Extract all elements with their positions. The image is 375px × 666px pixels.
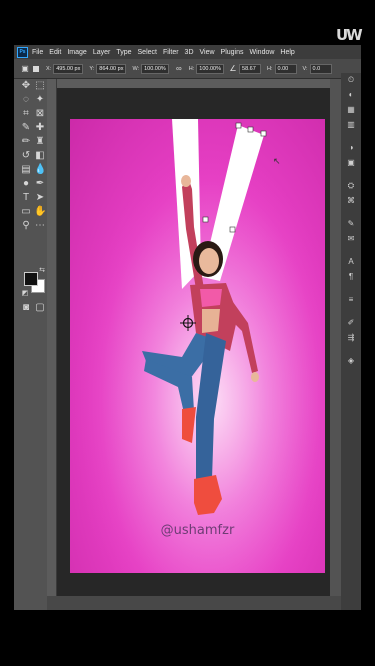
history-brush-icon[interactable]: ↺ bbox=[20, 150, 32, 162]
artwork: ↖ bbox=[70, 119, 325, 573]
paragraph-icon[interactable]: ¶ bbox=[346, 272, 356, 282]
marquee-icon[interactable]: ⬚ bbox=[34, 80, 46, 92]
menu-3d[interactable]: 3D bbox=[185, 49, 194, 56]
eraser-icon[interactable]: ◧ bbox=[34, 150, 46, 162]
pen-icon[interactable]: ✒ bbox=[34, 178, 46, 190]
character-icon[interactable]: A bbox=[346, 257, 356, 267]
transform-handle[interactable] bbox=[247, 126, 254, 133]
healing-icon[interactable]: ✚ bbox=[34, 122, 46, 134]
reference-point-checkbox[interactable] bbox=[33, 65, 39, 72]
lasso-icon[interactable]: ◌ bbox=[20, 94, 32, 106]
frame-icon[interactable]: ⊠ bbox=[34, 108, 46, 120]
photoshop-app-icon[interactable]: Ps bbox=[17, 46, 28, 58]
magic-wand-icon[interactable]: ✦ bbox=[34, 94, 46, 106]
color-icon[interactable]: ◐ bbox=[346, 90, 356, 100]
comments-icon[interactable]: ✉ bbox=[346, 234, 356, 244]
transform-icon[interactable]: ▣ bbox=[20, 64, 30, 74]
angle-icon: ∠ bbox=[229, 63, 237, 73]
channels-icon[interactable]: ⇶ bbox=[346, 333, 356, 343]
status-bar bbox=[47, 596, 341, 610]
width-field[interactable]: 100.00% bbox=[141, 63, 169, 74]
screen-mode-icon[interactable]: ▢ bbox=[34, 302, 46, 314]
menu-image[interactable]: Image bbox=[67, 49, 86, 56]
options-bar: ▣ X: 495.00 px Y: 864.00 px W: 100.00% ∞… bbox=[14, 59, 361, 79]
document-canvas[interactable]: ↖ @ushamfzr bbox=[70, 119, 325, 573]
menu-help[interactable]: Help bbox=[280, 49, 294, 56]
tools-panel: ✥ ⬚ ◌ ✦ ⌗ ⊠ ✎ ✚ ✏ ♜ ↺ ◧ ▤ 💧 ● ✒ T ➤ ▭ ✋ … bbox=[18, 79, 46, 324]
default-colors-icon[interactable]: ◩ bbox=[19, 288, 31, 300]
gradients-icon[interactable]: ▥ bbox=[346, 120, 356, 130]
x-label: X: bbox=[46, 65, 52, 72]
blur-icon[interactable]: 💧 bbox=[34, 164, 46, 176]
rotate-cursor-icon: ↖ bbox=[273, 157, 281, 167]
menu-bar: Ps File Edit Image Layer Type Select Fil… bbox=[14, 45, 361, 59]
more-icon[interactable]: ⋯ bbox=[34, 220, 46, 232]
swatches-icon[interactable]: ▦ bbox=[346, 105, 356, 115]
zoom-icon[interactable]: ⚲ bbox=[20, 220, 32, 232]
properties-icon[interactable]: ⛭ bbox=[346, 181, 356, 191]
menu-file[interactable]: File bbox=[32, 49, 43, 56]
menu-view[interactable]: View bbox=[200, 49, 215, 56]
type-icon[interactable]: T bbox=[20, 192, 32, 204]
libraries-icon[interactable]: ▣ bbox=[346, 158, 356, 168]
brushes-icon[interactable]: ✐ bbox=[346, 318, 356, 328]
panel-dock: ⏲ ◐ ▦ ▥ ◑ ▣ ⛭ ⌘ ✎ ✉ A ¶ ≡ ✐ ⇶ ◈ bbox=[341, 73, 361, 610]
menu-window[interactable]: Window bbox=[250, 49, 275, 56]
brush-icon[interactable]: ✏ bbox=[20, 136, 32, 148]
link-icon[interactable]: ∞ bbox=[174, 64, 184, 74]
transform-handle[interactable] bbox=[202, 216, 209, 223]
vskew-field[interactable]: 0.0 bbox=[309, 63, 332, 74]
hskew-field[interactable]: 0.00 bbox=[274, 63, 297, 74]
path-select-icon[interactable]: ➤ bbox=[34, 192, 46, 204]
y-label: Y: bbox=[89, 65, 95, 72]
brush-settings-icon[interactable]: ✎ bbox=[346, 219, 356, 229]
vertical-ruler bbox=[47, 79, 57, 596]
menu-type[interactable]: Type bbox=[116, 49, 131, 56]
menu-filter[interactable]: Filter bbox=[163, 49, 179, 56]
align-icon[interactable]: ≡ bbox=[346, 295, 356, 305]
vskew-label: V: bbox=[302, 65, 308, 72]
hskew-label: H: bbox=[267, 65, 273, 72]
layers-icon[interactable]: ◈ bbox=[346, 356, 356, 366]
hand-icon[interactable]: ✋ bbox=[34, 206, 46, 218]
history-icon[interactable]: ⏲ bbox=[346, 75, 356, 85]
menu-edit[interactable]: Edit bbox=[49, 49, 61, 56]
transform-handle[interactable] bbox=[260, 130, 267, 137]
adjustments-icon[interactable]: ◑ bbox=[346, 143, 356, 153]
dodge-icon[interactable]: ● bbox=[20, 178, 32, 190]
stamp-icon[interactable]: ♜ bbox=[34, 136, 46, 148]
crop-icon[interactable]: ⌗ bbox=[20, 108, 32, 120]
gradient-icon[interactable]: ▤ bbox=[20, 164, 32, 176]
paths-icon[interactable]: ⌘ bbox=[346, 196, 356, 206]
quick-mask-icon[interactable]: ◙ bbox=[20, 302, 32, 314]
move-icon[interactable]: ✥ bbox=[20, 80, 32, 92]
transform-handle[interactable] bbox=[229, 226, 236, 233]
menu-select[interactable]: Select bbox=[138, 49, 157, 56]
eyedropper-icon[interactable]: ✎ bbox=[20, 122, 32, 134]
y-field[interactable]: 864.00 px bbox=[96, 63, 127, 74]
menu-plugins[interactable]: Plugins bbox=[221, 49, 244, 56]
menu-layer[interactable]: Layer bbox=[93, 49, 111, 56]
height-field[interactable]: 100.00% bbox=[196, 63, 225, 74]
x-field[interactable]: 495.00 px bbox=[53, 63, 84, 74]
angle-field[interactable]: 58.67 bbox=[239, 63, 262, 74]
transform-handle[interactable] bbox=[235, 122, 242, 129]
h-label: H: bbox=[188, 65, 195, 72]
watermark-logo: UW bbox=[336, 26, 363, 44]
shape-icon[interactable]: ▭ bbox=[20, 206, 32, 218]
w-label: W: bbox=[132, 65, 140, 72]
canvas-credit-text: @ushamfzr bbox=[160, 523, 235, 538]
photoshop-window: Ps File Edit Image Layer Type Select Fil… bbox=[14, 45, 361, 610]
